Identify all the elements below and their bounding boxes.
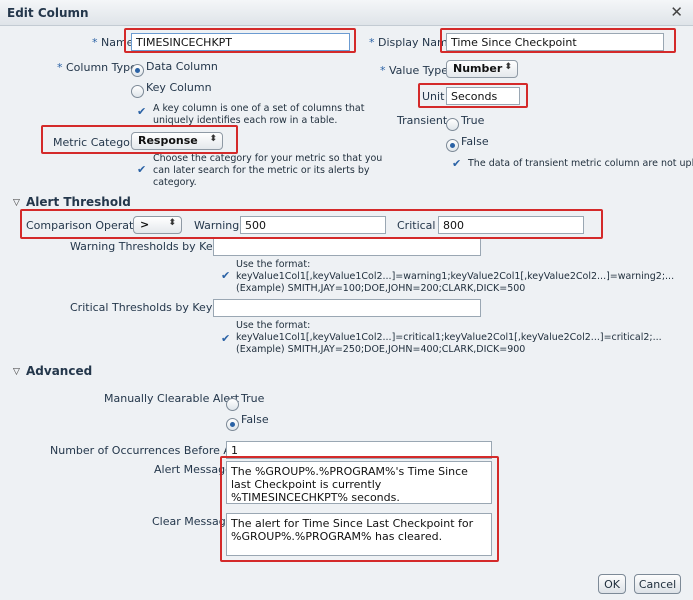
column-type-key-radio[interactable] [131,85,144,98]
metric-category-hint-2: can later search for the metric or its a… [153,165,370,176]
info-check-icon: ✔ [137,105,147,118]
critical-by-key-hint-3: (Example) SMITH,JAY=250;DOE,JOHN=400;CLA… [236,344,526,355]
info-check-icon: ✔ [221,332,231,345]
clear-message-textarea[interactable]: The alert for Time Since Last Checkpoint… [226,513,492,556]
column-type-data-radio[interactable] [131,64,144,77]
manually-clearable-true-radio[interactable] [226,398,239,411]
metric-category-hint-1: Choose the category for your metric so t… [153,153,383,164]
value-type-label: * Value Type [380,64,448,77]
alert-message-label: Alert Message [154,463,232,476]
warning-by-key-hint-2: keyValue1Col1[,keyValue1Col2...]=warning… [236,271,675,282]
dialog-title: Edit Column [7,6,89,20]
column-type-key-label: Key Column [146,81,212,94]
transient-false-radio[interactable] [446,139,459,152]
occurrences-label: Number of Occurrences Before Alert [50,444,250,457]
info-check-icon: ✔ [137,163,147,176]
manually-clearable-true-label: True [241,392,265,405]
dialog-titlebar: Edit Column ✕ [0,0,693,26]
column-type-hint-2: uniquely identifies each row in a table. [153,115,338,126]
unit-label: Unit [422,90,445,103]
name-input[interactable] [131,33,350,51]
value-type-select[interactable]: Number ⬍ [446,60,518,78]
display-name-input[interactable] [446,33,664,51]
comparison-operator-select[interactable]: > ⬍ [133,216,182,234]
display-name-label: * Display Name [369,36,455,49]
collapse-caret-icon[interactable]: ▽ [13,198,20,208]
critical-label: Critical [397,219,436,232]
warning-by-key-hint-3: (Example) SMITH,JAY=100;DOE,JOHN=200;CLA… [236,283,526,294]
column-type-label: * Column Type [57,61,137,74]
clear-message-label: Clear Message [152,515,233,528]
occurrences-input[interactable] [226,441,492,459]
manually-clearable-label: Manually Clearable Alert [104,392,240,405]
cancel-button[interactable]: Cancel [634,574,681,594]
info-check-icon: ✔ [452,157,462,170]
warning-by-key-input[interactable] [213,238,481,256]
warning-label: Warning [194,219,240,232]
transient-false-label: False [461,135,489,148]
alert-message-textarea[interactable]: The %GROUP%.%PROGRAM%'s Time Since last … [226,461,492,504]
warning-input[interactable] [240,216,386,234]
ok-button[interactable]: OK [598,574,626,594]
comparison-operator-label: Comparison Operator [26,219,145,232]
manually-clearable-false-label: False [241,413,269,426]
info-check-icon: ✔ [221,269,231,282]
select-arrows-icon: ⬍ [168,218,176,228]
critical-input[interactable] [438,216,584,234]
column-type-hint-1: A key column is one of a set of columns … [153,103,365,114]
advanced-section-title[interactable]: Advanced [26,364,92,378]
select-arrows-icon: ⬍ [209,134,217,144]
critical-by-key-label: Critical Thresholds by Key [70,301,213,314]
close-icon[interactable]: ✕ [670,3,683,21]
column-type-data-label: Data Column [146,60,218,73]
transient-label: Transient [397,114,448,127]
critical-by-key-input[interactable] [213,299,481,317]
alert-threshold-section-title[interactable]: Alert Threshold [26,195,131,209]
name-label: * Name [92,36,134,49]
metric-category-label: Metric Category [53,136,141,149]
critical-by-key-hint-2: keyValue1Col1[,keyValue1Col2...]=critica… [236,332,662,343]
warning-by-key-hint-1: Use the format: [236,259,311,270]
warning-by-key-label: Warning Thresholds by Key [70,240,220,253]
critical-by-key-hint-1: Use the format: [236,320,311,331]
manually-clearable-false-radio[interactable] [226,418,239,431]
transient-true-radio[interactable] [446,118,459,131]
transient-hint: The data of transient metric column are … [468,158,693,169]
unit-input[interactable] [446,87,520,105]
select-arrows-icon: ⬍ [504,62,512,72]
metric-category-hint-3: category. [153,177,197,188]
edit-column-dialog: Edit Column ✕ * Name * Display Name * Co… [0,0,693,600]
collapse-caret-icon[interactable]: ▽ [13,367,20,377]
transient-true-label: True [461,114,485,127]
metric-category-select[interactable]: Response ⬍ [131,132,223,150]
